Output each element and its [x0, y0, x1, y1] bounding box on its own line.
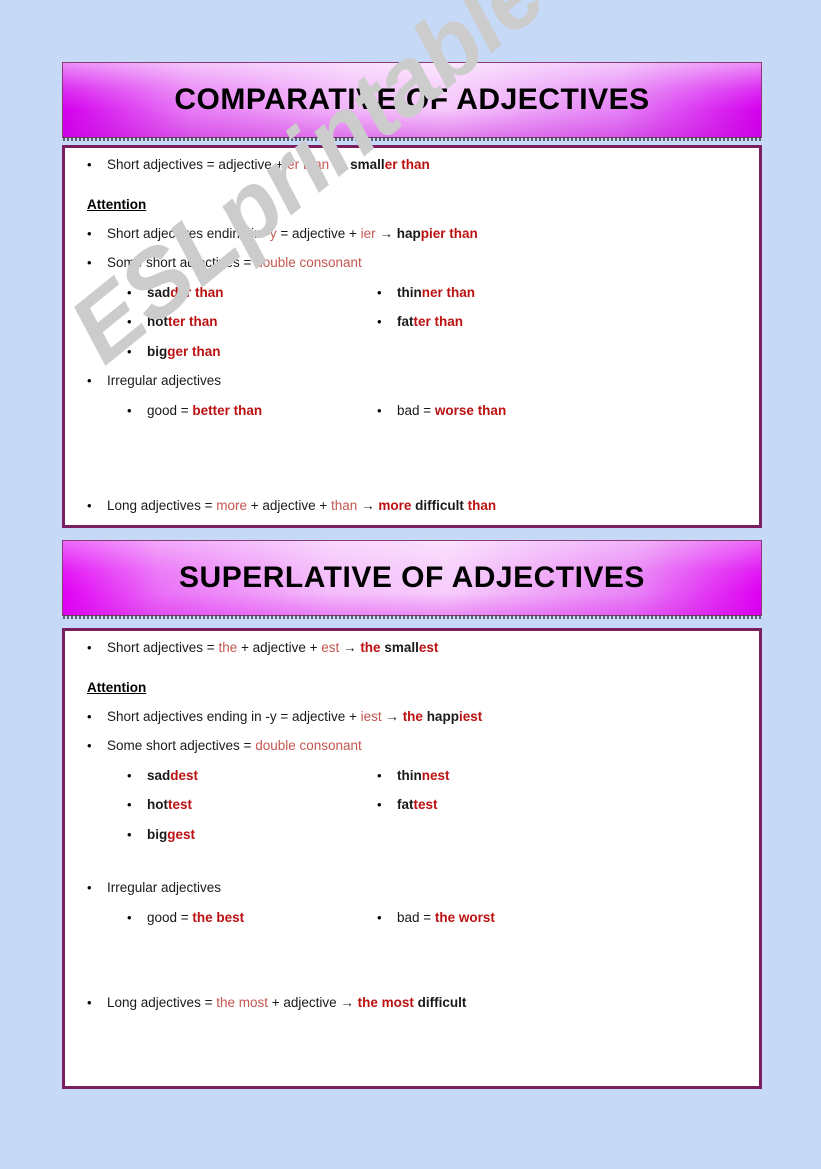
bullet-icon: [87, 374, 107, 387]
irregular-adjectives-label: Irregular adjectives: [87, 373, 749, 389]
irregular-adjectives-text: Irregular adjectives: [107, 373, 222, 389]
worksheet-page: COMPARATIVE OF ADJECTIVES Short adjectiv…: [0, 0, 821, 1169]
example-bigger: bigger than: [147, 343, 221, 359]
bullet-icon: [87, 881, 107, 894]
rule-y-ending: Short adjectives ending in -y = adjectiv…: [87, 709, 749, 725]
rule-y-ending-text: Short adjectives ending in -y = adjectiv…: [107, 225, 478, 241]
rule-double-consonant-text: Some short adjectives = double consonant: [107, 738, 362, 754]
comparative-content-panel: Short adjectives = adjective + er than →…: [62, 145, 762, 528]
superlative-title-banner: SUPERLATIVE OF ADJECTIVES: [62, 540, 762, 619]
example-thinner: thinner than: [397, 284, 476, 300]
example-row: good = better than bad = worse than: [127, 403, 749, 419]
comparative-title-banner: COMPARATIVE OF ADJECTIVES: [62, 62, 762, 141]
bullet-icon: [87, 158, 107, 171]
example-row: sadder than thinner than: [127, 285, 749, 301]
bullet-icon: [87, 641, 107, 654]
example-good-better: good = better than: [147, 402, 263, 418]
rule-long-adjectives: Long adjectives = more + adjective + tha…: [87, 498, 749, 514]
example-bad-worse: bad = worse than: [397, 402, 507, 418]
bullet-icon: [87, 739, 107, 752]
bullet-icon: [87, 227, 107, 240]
bullet-icon: [127, 286, 147, 299]
rule-short-adjectives: Short adjectives = the + adjective + est…: [87, 640, 749, 656]
rule-y-ending: Short adjectives ending in -y = adjectiv…: [87, 226, 749, 242]
example-row: hottest fattest: [127, 797, 749, 813]
bullet-icon: [377, 769, 397, 782]
superlative-content-panel: Short adjectives = the + adjective + est…: [62, 628, 762, 1089]
bullet-icon: [127, 345, 147, 358]
example-thinnest: thinnest: [397, 767, 450, 783]
rule-short-adjectives-text: Short adjectives = adjective + er than →…: [107, 157, 430, 172]
bullet-icon: [87, 996, 107, 1009]
example-row: hotter than fatter than: [127, 314, 749, 330]
example-row: saddest thinnest: [127, 768, 749, 784]
example-sadder: sadder than: [147, 284, 224, 300]
example-row: good = the best bad = the worst: [127, 910, 749, 926]
example-bad-worst: bad = the worst: [397, 909, 495, 925]
bullet-icon: [87, 499, 107, 512]
bullet-icon: [87, 256, 107, 269]
superlative-title: SUPERLATIVE OF ADJECTIVES: [179, 561, 645, 594]
bullet-icon: [127, 911, 147, 924]
bullet-icon: [127, 404, 147, 417]
bullet-icon: [127, 798, 147, 811]
example-good-best: good = the best: [147, 909, 245, 925]
rule-double-consonant: Some short adjectives = double consonant: [87, 738, 749, 754]
bullet-icon: [87, 710, 107, 723]
rule-long-adjectives-text: Long adjectives = more + adjective + tha…: [107, 498, 497, 514]
bullet-icon: [127, 769, 147, 782]
example-row: bigger than: [127, 344, 749, 360]
bullet-icon: [377, 315, 397, 328]
example-row: biggest: [127, 827, 749, 843]
rule-long-adjectives-text: Long adjectives = the most + adjective →…: [107, 995, 467, 1011]
example-hotter: hotter than: [147, 314, 218, 330]
example-fattest: fattest: [397, 797, 438, 813]
example-fatter: fatter than: [397, 314, 464, 330]
irregular-adjectives-label: Irregular adjectives: [87, 880, 749, 896]
bullet-icon: [377, 911, 397, 924]
bullet-icon: [377, 286, 397, 299]
rule-y-ending-text: Short adjectives ending in -y = adjectiv…: [107, 708, 483, 724]
rule-double-consonant: Some short adjectives = double consonant: [87, 255, 749, 271]
bullet-icon: [127, 315, 147, 328]
bullet-icon: [377, 798, 397, 811]
rule-short-adjectives: Short adjectives = adjective + er than →…: [87, 157, 749, 173]
attention-label-superlative: Attention: [87, 679, 147, 695]
rule-double-consonant-text: Some short adjectives = double consonant: [107, 255, 362, 271]
rule-short-adjectives-text: Short adjectives = the + adjective + est…: [107, 640, 439, 655]
attention-label-comparative: Attention: [87, 196, 147, 212]
example-hottest: hottest: [147, 797, 193, 813]
rule-long-adjectives: Long adjectives = the most + adjective →…: [87, 995, 749, 1011]
bullet-icon: [377, 404, 397, 417]
comparative-title: COMPARATIVE OF ADJECTIVES: [174, 83, 650, 116]
example-biggest: biggest: [147, 826, 196, 842]
irregular-adjectives-text: Irregular adjectives: [107, 880, 222, 896]
example-saddest: saddest: [147, 767, 199, 783]
bullet-icon: [127, 828, 147, 841]
